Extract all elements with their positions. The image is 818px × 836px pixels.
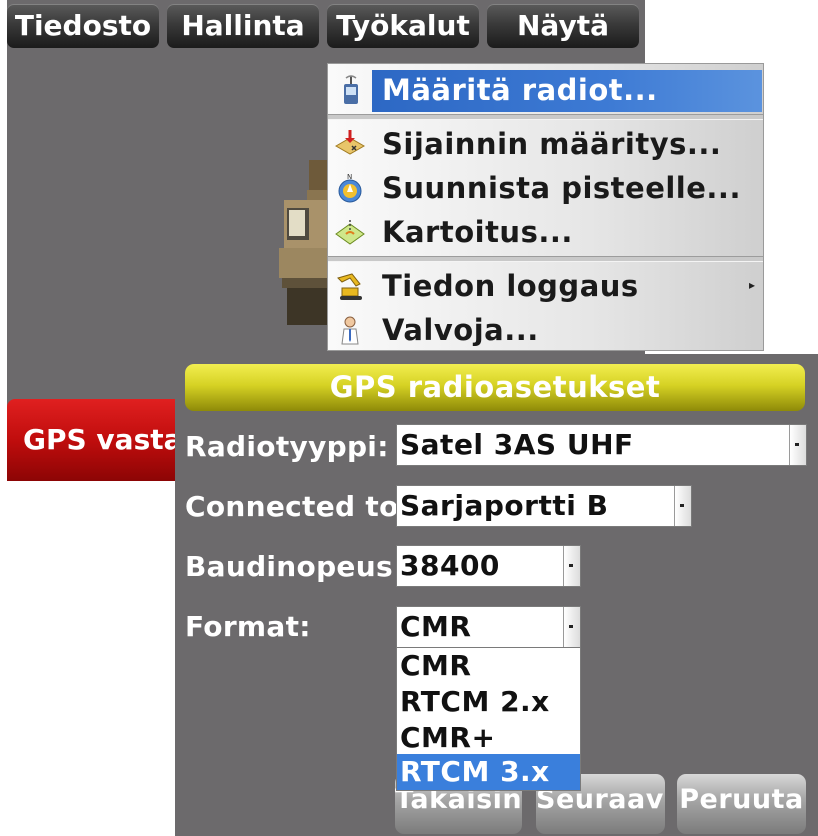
tools-dropdown-menu: Määritä radiot... Sijainnin määritys... … [327, 63, 764, 351]
radio-type-select[interactable]: Satel 3AS UHF [396, 424, 807, 466]
select-value: 38400 [400, 549, 500, 582]
cancel-button[interactable]: Peruuta [677, 774, 806, 834]
svg-text:N: N [347, 173, 352, 181]
select-value: Satel 3AS UHF [400, 428, 634, 461]
format-select[interactable]: CMR [396, 606, 581, 648]
baud-rate-label: Baudinopeus: [185, 550, 405, 583]
submenu-arrow-icon: ▸ [748, 278, 755, 292]
connected-to-select[interactable]: Sarjaportti B [396, 485, 692, 527]
format-option-cmr-plus[interactable]: CMR+ [397, 720, 580, 756]
menu-separator [328, 256, 763, 262]
menu-bar: Tiedosto Hallinta Työkalut Näytä [7, 4, 645, 49]
survey-map-icon [335, 220, 365, 245]
menu-item-label: Tiedon loggaus [382, 269, 639, 303]
menu-item-label: Valvoja... [382, 313, 539, 347]
select-value: CMR [400, 610, 472, 643]
format-option-rtcm3[interactable]: RTCM 3.x [397, 754, 580, 790]
radio-device-icon [344, 75, 358, 104]
dropdown-arrow-icon[interactable] [563, 607, 580, 647]
menu-item-label: Kartoitus... [382, 215, 573, 249]
menu-view[interactable]: Näytä [487, 4, 639, 48]
menu-separator [328, 114, 763, 120]
menu-item-label: Sijainnin määritys... [382, 127, 722, 161]
menu-item-surveying[interactable]: Kartoitus... [328, 210, 763, 254]
select-value: Sarjaportti B [400, 489, 609, 522]
compass-navigate-icon: N [338, 173, 362, 203]
dropdown-arrow-icon[interactable] [789, 425, 806, 465]
format-options-list: CMR RTCM 2.x CMR+ RTCM 3.x [396, 647, 581, 791]
menu-item-data-logging[interactable]: Tiedon loggaus ▸ [328, 264, 763, 308]
menu-item-configure-radios[interactable]: Määritä radiot... [328, 68, 763, 112]
format-option-rtcm2[interactable]: RTCM 2.x [397, 684, 580, 720]
supervisor-person-icon [341, 316, 359, 345]
dialog-title: GPS radioasetukset [185, 364, 805, 411]
menu-item-navigate-to-point[interactable]: N Suunnista pisteelle... [328, 166, 763, 210]
menu-file[interactable]: Tiedosto [7, 4, 159, 48]
connected-to-label: Connected to: [185, 490, 411, 523]
location-setup-icon [334, 130, 366, 155]
menu-item-location-setup[interactable]: Sijainnin määritys... [328, 122, 763, 166]
menu-item-label: Suunnista pisteelle... [382, 171, 741, 205]
baud-rate-select[interactable]: 38400 [396, 545, 581, 587]
excavator-log-icon [337, 273, 362, 300]
dropdown-arrow-icon[interactable] [674, 486, 691, 526]
radio-type-label: Radiotyyppi: [185, 430, 389, 463]
format-option-cmr[interactable]: CMR [397, 648, 580, 684]
gps-receiver-button[interactable]: GPS vastaanotin [7, 399, 197, 481]
gps-radio-settings-dialog: GPS radioasetukset Radiotyyppi: Satel 3A… [175, 354, 818, 836]
format-label: Format: [185, 610, 311, 643]
menu-item-label: Määritä radiot... [382, 73, 658, 107]
dropdown-arrow-icon[interactable] [563, 546, 580, 586]
menu-manage[interactable]: Hallinta [167, 4, 319, 48]
menu-item-supervisor[interactable]: Valvoja... [328, 308, 763, 352]
menu-tools[interactable]: Työkalut [327, 4, 479, 48]
